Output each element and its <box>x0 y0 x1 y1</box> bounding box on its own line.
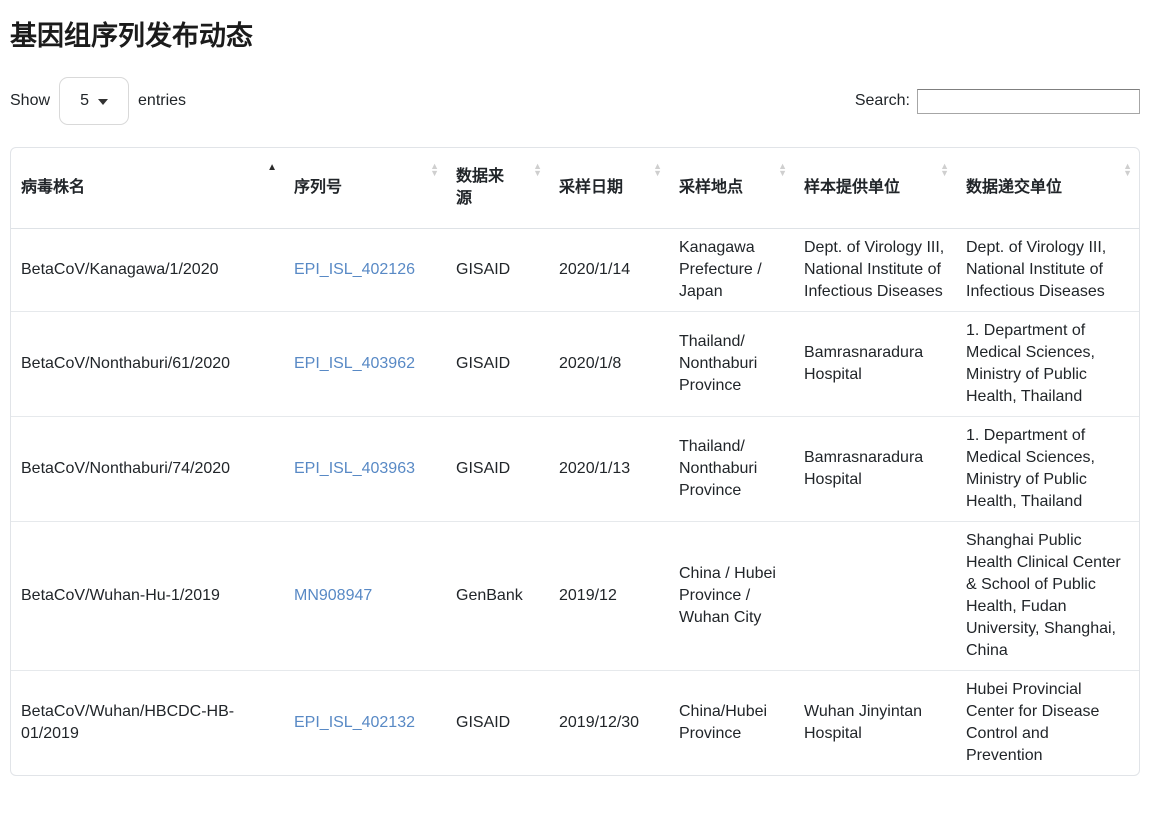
table-row: BetaCoV/Nonthaburi/61/2020 EPI_ISL_40396… <box>11 312 1139 417</box>
date-cell: 2019/12 <box>549 522 669 671</box>
data-table-container: 病毒株名 ▲ 序列号 ▲▼ 数据来源 ▲▼ 采样日期 ▲▼ <box>10 147 1140 776</box>
column-header-sample-date[interactable]: 采样日期 ▲▼ <box>549 148 669 229</box>
chevron-down-icon <box>98 99 108 105</box>
location-cell: Thailand/ Nonthaburi Province <box>669 417 794 522</box>
provider-cell: Dept. of Virology III, National Institut… <box>794 229 956 312</box>
accession-cell: EPI_ISL_402126 <box>284 229 446 312</box>
source-cell: GenBank <box>446 522 549 671</box>
strain-cell: BetaCoV/Wuhan/HBCDC-HB-01/2019 <box>11 671 284 776</box>
date-cell: 2020/1/8 <box>549 312 669 417</box>
provider-cell: Wuhan Jinyintan Hospital <box>794 671 956 776</box>
provider-cell <box>794 522 956 671</box>
location-cell: China/Hubei Province <box>669 671 794 776</box>
provider-cell: Bamrasnaradura Hospital <box>794 417 956 522</box>
sort-icon: ▲▼ <box>940 163 949 177</box>
table-row: BetaCoV/Nonthaburi/74/2020 EPI_ISL_40396… <box>11 417 1139 522</box>
page-title: 基因组序列发布动态 <box>10 14 1140 53</box>
column-header-submitter[interactable]: 数据递交单位 ▲▼ <box>956 148 1139 229</box>
column-header-label: 病毒株名 <box>21 179 85 196</box>
source-cell: GISAID <box>446 229 549 312</box>
strain-cell: BetaCoV/Kanagawa/1/2020 <box>11 229 284 312</box>
page-length-control: Show 5 entries <box>10 77 186 125</box>
date-cell: 2019/12/30 <box>549 671 669 776</box>
table-row: BetaCoV/Wuhan-Hu-1/2019 MN908947 GenBank… <box>11 522 1139 671</box>
column-header-provider[interactable]: 样本提供单位 ▲▼ <box>794 148 956 229</box>
sort-icon: ▲▼ <box>430 163 439 177</box>
column-header-label: 样本提供单位 <box>804 179 900 196</box>
accession-cell: EPI_ISL_402132 <box>284 671 446 776</box>
page-size-value: 5 <box>80 92 89 110</box>
column-header-accession[interactable]: 序列号 ▲▼ <box>284 148 446 229</box>
search-label: Search: <box>855 92 910 110</box>
submitter-cell: Shanghai Public Health Clinical Center &… <box>956 522 1139 671</box>
location-cell: Thailand/ Nonthaburi Province <box>669 312 794 417</box>
submitter-cell: 1. Department of Medical Sciences, Minis… <box>956 312 1139 417</box>
submitter-cell: Dept. of Virology III, National Institut… <box>956 229 1139 312</box>
column-header-sample-location[interactable]: 采样地点 ▲▼ <box>669 148 794 229</box>
source-cell: GISAID <box>446 312 549 417</box>
location-cell: China / Hubei Province / Wuhan City <box>669 522 794 671</box>
submitter-cell: 1. Department of Medical Sciences, Minis… <box>956 417 1139 522</box>
strain-cell: BetaCoV/Wuhan-Hu-1/2019 <box>11 522 284 671</box>
table-row: BetaCoV/Wuhan/HBCDC-HB-01/2019 EPI_ISL_4… <box>11 671 1139 776</box>
header-row: 病毒株名 ▲ 序列号 ▲▼ 数据来源 ▲▼ 采样日期 ▲▼ <box>11 148 1139 229</box>
accession-link[interactable]: EPI_ISL_403963 <box>294 460 415 477</box>
column-header-strain[interactable]: 病毒株名 ▲ <box>11 148 284 229</box>
sort-ascending-icon: ▲ <box>267 163 277 173</box>
table-row: BetaCoV/Kanagawa/1/2020 EPI_ISL_402126 G… <box>11 229 1139 312</box>
sort-icon: ▲▼ <box>778 163 787 177</box>
source-cell: GISAID <box>446 417 549 522</box>
column-header-label: 采样日期 <box>559 179 623 196</box>
page-size-select[interactable]: 5 <box>59 77 129 125</box>
accession-link[interactable]: EPI_ISL_402126 <box>294 261 415 278</box>
accession-cell: EPI_ISL_403962 <box>284 312 446 417</box>
date-cell: 2020/1/13 <box>549 417 669 522</box>
accession-cell: EPI_ISL_403963 <box>284 417 446 522</box>
sort-icon: ▲▼ <box>533 163 542 177</box>
date-cell: 2020/1/14 <box>549 229 669 312</box>
accession-link[interactable]: EPI_ISL_402132 <box>294 714 415 731</box>
provider-cell: Bamrasnaradura Hospital <box>794 312 956 417</box>
column-header-source[interactable]: 数据来源 ▲▼ <box>446 148 549 229</box>
column-header-label: 数据来源 <box>456 168 504 207</box>
sort-icon: ▲▼ <box>1123 163 1132 177</box>
accession-link[interactable]: MN908947 <box>294 587 372 604</box>
search-control: Search: <box>855 89 1140 114</box>
submitter-cell: Hubei Provincial Center for Disease Cont… <box>956 671 1139 776</box>
strain-cell: BetaCoV/Nonthaburi/74/2020 <box>11 417 284 522</box>
page-container: 基因组序列发布动态 Show 5 entries Search: 病毒株名 <box>0 0 1150 786</box>
column-header-label: 数据递交单位 <box>966 179 1062 196</box>
source-cell: GISAID <box>446 671 549 776</box>
table-controls: Show 5 entries Search: <box>10 77 1140 125</box>
entries-label: entries <box>138 92 186 110</box>
column-header-label: 序列号 <box>294 179 342 196</box>
search-input[interactable] <box>917 89 1140 114</box>
location-cell: Kanagawa Prefecture / Japan <box>669 229 794 312</box>
show-label: Show <box>10 92 50 110</box>
accession-cell: MN908947 <box>284 522 446 671</box>
accession-link[interactable]: EPI_ISL_403962 <box>294 355 415 372</box>
genome-sequence-table: 病毒株名 ▲ 序列号 ▲▼ 数据来源 ▲▼ 采样日期 ▲▼ <box>11 148 1139 775</box>
sort-icon: ▲▼ <box>653 163 662 177</box>
strain-cell: BetaCoV/Nonthaburi/61/2020 <box>11 312 284 417</box>
column-header-label: 采样地点 <box>679 179 743 196</box>
